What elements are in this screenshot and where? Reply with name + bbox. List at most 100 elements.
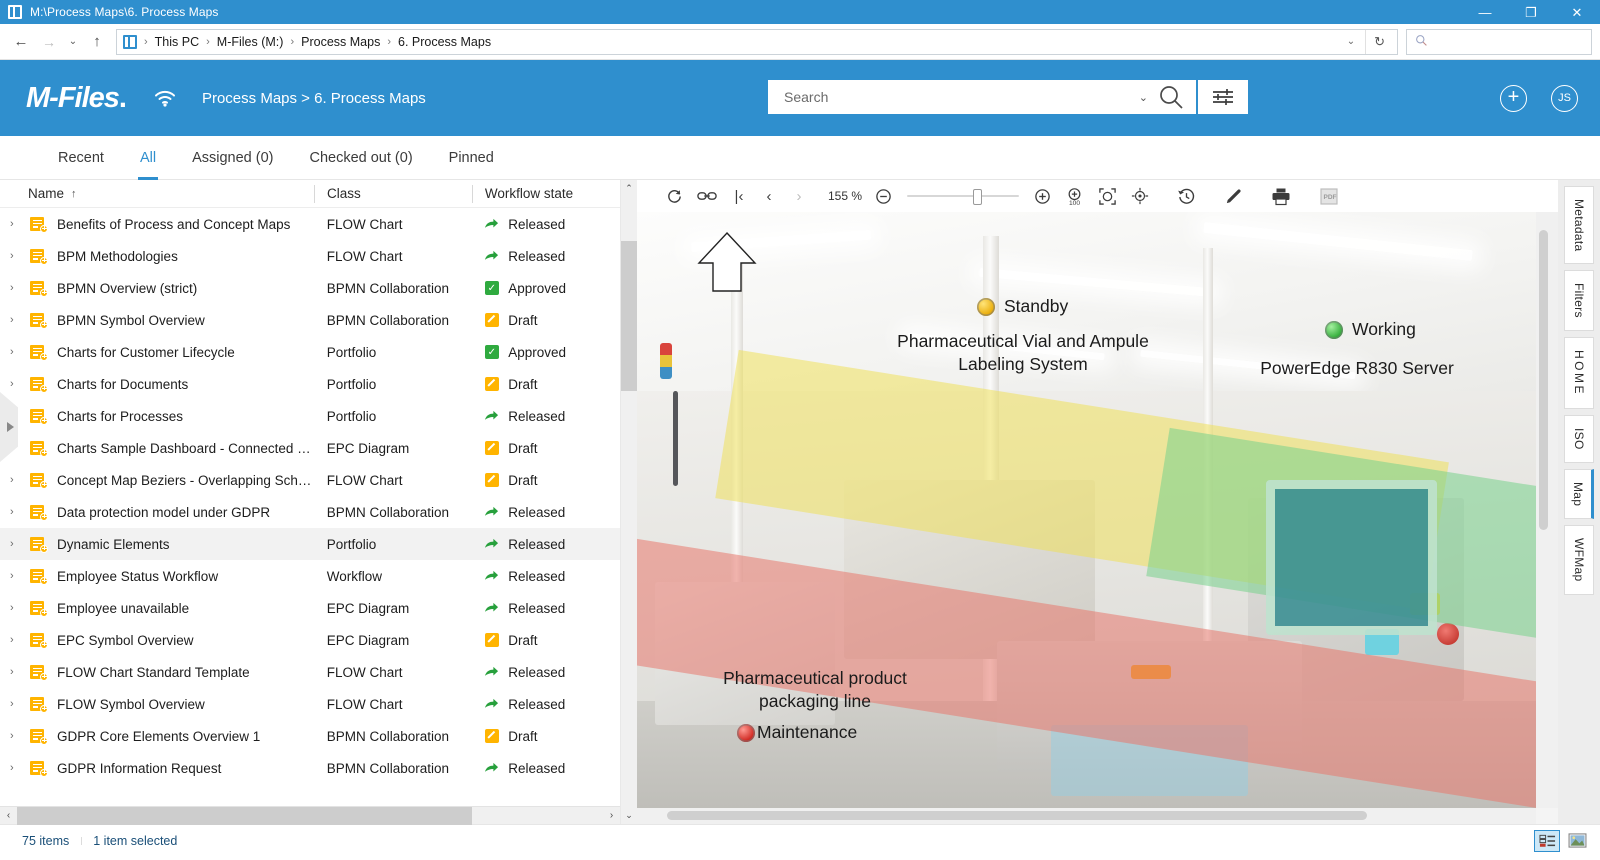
close-button[interactable]: ✕ [1554, 0, 1600, 24]
thumbnail-view-icon[interactable] [1564, 830, 1590, 852]
vscroll-thumb[interactable] [620, 241, 638, 391]
minimize-button[interactable]: — [1462, 0, 1508, 24]
zoom-out-button[interactable] [868, 180, 899, 212]
search-filters-button[interactable] [1198, 80, 1248, 114]
refresh-icon[interactable] [659, 180, 690, 212]
link-icon[interactable] [690, 180, 724, 212]
list-horizontal-scrollbar[interactable]: ‹ › [0, 806, 620, 825]
table-row[interactable]: › EPC Symbol Overview EPC Diagram Draft [0, 624, 620, 656]
sidebar-tab-home[interactable]: HOME [1564, 337, 1594, 410]
chevron-down-icon[interactable]: ⌄ [1339, 36, 1363, 47]
sidebar-tab-map[interactable]: Map [1564, 468, 1594, 520]
preview-horizontal-scrollbar[interactable] [637, 808, 1536, 824]
table-row[interactable]: › Charts for Documents Portfolio Draft [0, 368, 620, 400]
sidebar-tab-wfmap[interactable]: WFMap [1564, 525, 1594, 595]
preview-canvas[interactable]: Standby Pharmaceutical Vial and Ampule L… [637, 212, 1558, 824]
preview-hscroll-thumb[interactable] [667, 811, 1367, 820]
forward-button[interactable]: → [36, 29, 62, 55]
fit-page-icon[interactable] [1091, 180, 1124, 212]
breadcrumb-this-pc[interactable]: This PC [151, 35, 203, 49]
expand-row-icon[interactable]: › [10, 282, 26, 294]
column-header-name[interactable]: Name ↑ [28, 186, 314, 201]
expand-row-icon[interactable]: › [10, 474, 26, 486]
expand-row-icon[interactable]: › [10, 346, 26, 358]
table-row[interactable]: ›Charts Sample Dashboard - Connected S..… [0, 432, 620, 464]
table-row[interactable]: › Data protection model under GDPR BPMN Co… [0, 496, 620, 528]
expand-row-icon[interactable]: › [10, 570, 26, 582]
breadcrumb-6-process-maps[interactable]: 6. Process Maps [394, 35, 495, 49]
expand-row-icon[interactable]: › [10, 218, 26, 230]
hscroll-track[interactable] [17, 806, 603, 825]
refresh-icon[interactable]: ↻ [1365, 29, 1393, 54]
scroll-up-button[interactable]: ⌃ [621, 180, 638, 197]
breadcrumb-bar[interactable]: › This PC › M-Files (M:) › Process Maps … [116, 28, 1398, 55]
zoom-in-button[interactable] [1027, 180, 1058, 212]
tab-assigned[interactable]: Assigned (0) [174, 136, 291, 180]
column-header-workflow-state[interactable]: Workflow state [471, 184, 620, 203]
expand-row-icon[interactable]: › [10, 378, 26, 390]
history-icon[interactable] [1170, 180, 1203, 212]
breadcrumb-m-files[interactable]: M-Files (M:) [213, 35, 288, 49]
table-row[interactable]: ›Charts for ProcessesPortfolioReleased [0, 400, 620, 432]
tab-checked-out[interactable]: Checked out (0) [291, 136, 430, 180]
expand-row-icon[interactable]: › [10, 730, 26, 742]
scroll-right-button[interactable]: › [603, 810, 620, 821]
column-header-class[interactable]: Class [313, 184, 472, 203]
breadcrumb-process-maps[interactable]: Process Maps [297, 35, 384, 49]
tab-pinned[interactable]: Pinned [431, 136, 512, 180]
table-row[interactable]: › Dynamic Elements Portfolio Released [0, 528, 620, 560]
search-icon[interactable] [1158, 84, 1190, 110]
printer-icon[interactable] [1264, 180, 1298, 212]
sidebar-tab-metadata[interactable]: Metadata [1564, 186, 1594, 265]
expand-row-icon[interactable]: › [10, 634, 26, 646]
tab-recent[interactable]: Recent [40, 136, 122, 180]
recent-locations-button[interactable]: ⌄ [64, 29, 82, 55]
table-row[interactable]: › FLOW Chart Standard Template FLOW Chart R… [0, 656, 620, 688]
table-row[interactable]: › Employee unavailable EPC Diagram Released [0, 592, 620, 624]
table-row[interactable]: › Benefits of Process and Concept Maps FLO… [0, 208, 620, 240]
user-avatar[interactable]: JS [1551, 84, 1578, 112]
maximize-button[interactable]: ❐ [1508, 0, 1554, 24]
previous-page-button[interactable]: ‹ [754, 180, 784, 212]
zoom-100-button[interactable]: 100 [1058, 180, 1091, 212]
table-row[interactable]: › Charts for Customer Lifecycle Portfolio ✓… [0, 336, 620, 368]
expand-row-icon[interactable]: › [10, 602, 26, 614]
expand-row-icon[interactable]: › [10, 666, 26, 678]
expand-row-icon[interactable]: › [10, 538, 26, 550]
pencil-icon[interactable] [1217, 180, 1250, 212]
up-button[interactable]: ↑ [84, 29, 110, 55]
back-button[interactable]: ← [8, 29, 34, 55]
expand-row-icon[interactable]: › [10, 250, 26, 262]
document-preview-image[interactable]: Standby Pharmaceutical Vial and Ampule L… [637, 212, 1536, 808]
scroll-down-button[interactable]: ⌄ [621, 807, 638, 824]
table-row[interactable]: › BPM Methodologies FLOW Chart Released [0, 240, 620, 272]
create-new-button[interactable]: + [1500, 84, 1527, 112]
expand-row-icon[interactable]: › [10, 506, 26, 518]
zoom-slider-thumb[interactable] [973, 189, 983, 205]
next-page-button[interactable]: › [784, 180, 814, 212]
table-row[interactable]: › FLOW Symbol Overview FLOW Chart Released [0, 688, 620, 720]
expand-row-icon[interactable]: › [10, 314, 26, 326]
table-row[interactable]: › GDPR Information Request BPMN Collaborat… [0, 752, 620, 784]
table-row[interactable]: › BPMN Symbol Overview BPMN Collaboration D… [0, 304, 620, 336]
export-pdf-icon[interactable]: PDF [1312, 180, 1346, 212]
table-row[interactable]: › Concept Map Beziers - Overlapping Sched… [0, 464, 620, 496]
explorer-search-input[interactable] [1406, 28, 1592, 55]
vscroll-track[interactable] [620, 197, 638, 807]
hscroll-thumb[interactable] [17, 806, 472, 825]
table-row[interactable]: › Employee Status Workflow Workflow Release… [0, 560, 620, 592]
zoom-slider[interactable] [907, 189, 1020, 205]
preview-vscroll-thumb[interactable] [1539, 230, 1548, 530]
table-row[interactable]: › BPMN Overview (strict) BPMN Collaboratio… [0, 272, 620, 304]
list-vertical-scrollbar[interactable]: ⌃ ⌄ [620, 180, 638, 824]
expand-row-icon[interactable]: › [10, 698, 26, 710]
sidebar-tab-filters[interactable]: Filters [1564, 270, 1594, 332]
table-row[interactable]: › GDPR Core Elements Overview 1 BPMN Colla… [0, 720, 620, 752]
expand-row-icon[interactable]: › [10, 762, 26, 774]
chevron-down-icon[interactable]: ⌄ [1129, 91, 1158, 104]
preview-vertical-scrollbar[interactable] [1536, 212, 1558, 808]
vault-breadcrumb[interactable]: Process Maps > 6. Process Maps [202, 90, 426, 107]
pan-icon[interactable] [1124, 180, 1156, 212]
sidebar-tab-iso[interactable]: ISO [1564, 415, 1594, 463]
list-view-icon[interactable] [1534, 829, 1560, 852]
